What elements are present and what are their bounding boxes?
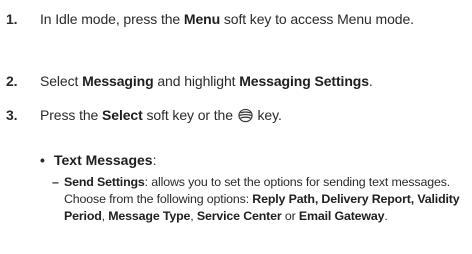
step-text: In Idle mode, press the Menu soft key to… — [40, 6, 466, 33]
step-text-part: soft key or the — [142, 107, 237, 123]
sub-text-part: , — [190, 209, 197, 223]
select-key-label: Select — [102, 107, 143, 123]
step-text-part: soft key to access Menu mode. — [220, 11, 414, 27]
step-2: 2. Select Messaging and highlight Messag… — [6, 68, 468, 96]
step-text-part: Select — [40, 73, 83, 89]
step-text: Press the Select soft key or the key. — [40, 102, 466, 129]
step-text-part: Press the — [40, 107, 103, 123]
message-type-label: Message Type — [108, 209, 191, 223]
step-text-part: key. — [253, 107, 282, 123]
bullet-text: Text Messages: — [54, 150, 156, 170]
text-messages-label: Text Messages — [54, 152, 153, 168]
bullet-symbol: • — [40, 152, 45, 168]
send-settings-label: Send Settings — [64, 175, 145, 189]
step-number: 1. — [6, 11, 18, 27]
step-number: 3. — [6, 107, 18, 123]
send-settings-description: Send Settings: allows you to set the opt… — [64, 174, 468, 225]
messaging-label: Messaging — [82, 73, 154, 89]
service-center-label: Service Center — [196, 209, 282, 223]
step-number: 2. — [6, 73, 18, 89]
step-1: 1. In Idle mode, press the Menu soft key… — [6, 6, 468, 62]
messaging-settings-label: Messaging Settings — [239, 73, 369, 89]
sub-text-part: . — [384, 209, 388, 223]
step-text: Select Messaging and highlight Messaging… — [40, 68, 466, 95]
sub-text-part: or — [281, 209, 299, 223]
center-select-key-icon — [238, 108, 253, 123]
dash-symbol: – — [52, 175, 59, 189]
bullet-suffix: : — [152, 152, 157, 168]
step-text-part: and highlight — [153, 73, 240, 89]
step-3: 3. Press the Select soft key or the key. — [6, 102, 468, 130]
step-text-part: . — [368, 73, 373, 89]
instruction-page: 1. In Idle mode, press the Menu soft key… — [0, 0, 472, 254]
email-gateway-label: Email Gateway — [298, 209, 385, 223]
step-text-part: In Idle mode, press the — [40, 11, 184, 27]
menu-key-label: Menu — [183, 11, 221, 27]
